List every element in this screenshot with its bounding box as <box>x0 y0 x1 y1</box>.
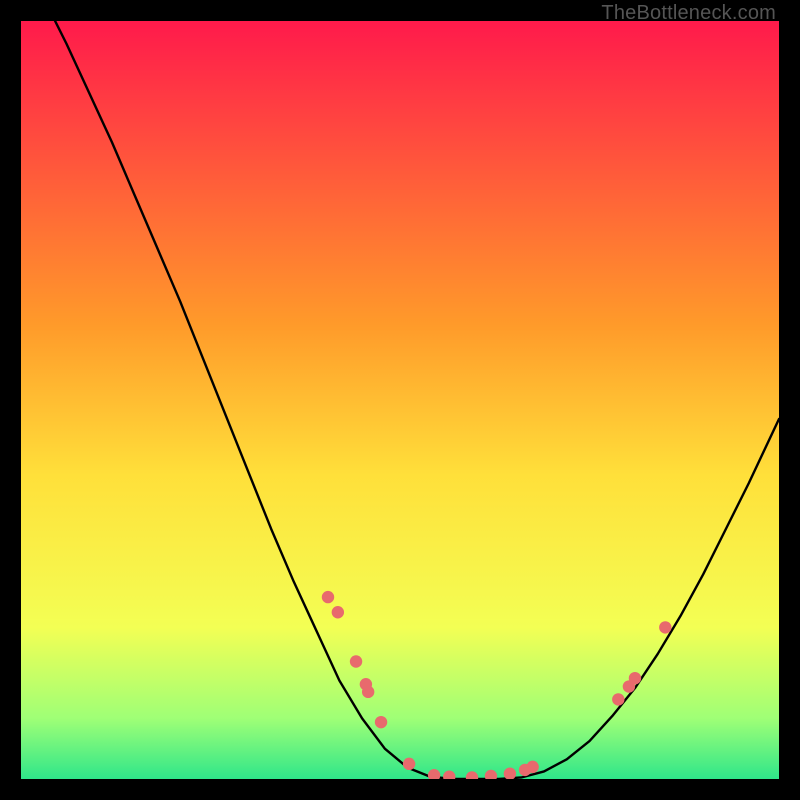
data-point <box>362 686 374 698</box>
gradient-background <box>21 21 779 779</box>
chart-container: TheBottleneck.com <box>0 0 800 800</box>
data-point <box>350 655 362 667</box>
data-point <box>332 606 344 618</box>
data-point <box>403 758 415 770</box>
data-point <box>629 672 641 684</box>
chart-svg <box>21 21 779 779</box>
data-point <box>322 591 334 603</box>
data-point <box>659 621 671 633</box>
data-point <box>612 693 624 705</box>
plot-area <box>21 21 779 779</box>
data-point <box>526 761 538 773</box>
data-point <box>375 716 387 728</box>
